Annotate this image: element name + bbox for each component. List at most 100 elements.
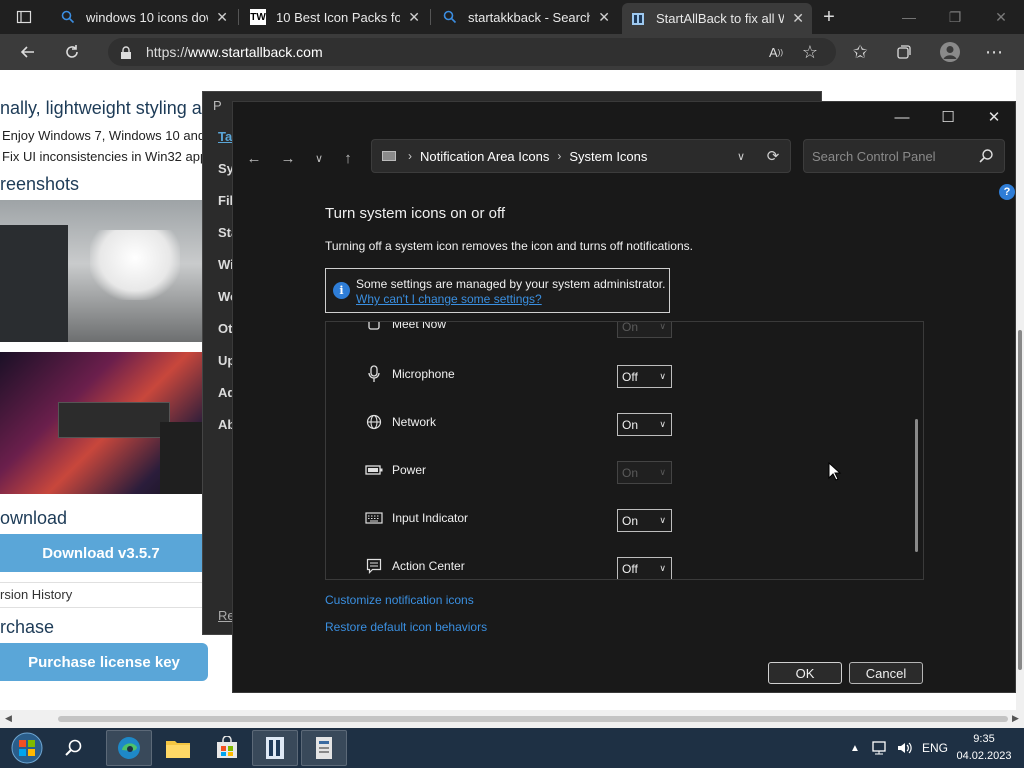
scroll-right-icon[interactable]: ▶ xyxy=(1012,713,1019,724)
screenshots-heading: reenshots xyxy=(0,174,80,194)
close-icon[interactable]: ✕ xyxy=(971,102,1017,132)
select-value: On xyxy=(622,417,639,432)
scroll-thumb[interactable] xyxy=(1018,330,1022,670)
version-history-link[interactable]: rsion History xyxy=(0,587,72,602)
network-globe-icon xyxy=(364,413,384,431)
toggle-select[interactable]: On ∨ xyxy=(617,509,672,532)
search-icon[interactable] xyxy=(978,148,994,164)
close-icon[interactable]: ✕ xyxy=(216,9,228,26)
toggle-select[interactable]: Off ∨ xyxy=(617,557,672,579)
restore-defaults-link[interactable]: Restore default icon behaviors xyxy=(325,620,487,634)
props-nav-item[interactable]: Fil xyxy=(218,193,233,208)
close-icon[interactable]: ✕ xyxy=(598,9,610,26)
maximize-icon[interactable]: ☐ xyxy=(925,102,971,132)
search-icon[interactable] xyxy=(50,730,96,766)
control-panel-icon xyxy=(382,151,396,161)
select-value: On xyxy=(622,513,639,528)
tray-overflow-icon[interactable]: ▲ xyxy=(850,728,860,768)
tab-title: 10 Best Icon Packs for Windows xyxy=(276,9,401,25)
search-icon xyxy=(442,9,458,25)
recent-locations-icon[interactable]: ∨ xyxy=(307,146,331,170)
store-icon[interactable] xyxy=(204,730,250,766)
startallback-icon xyxy=(630,11,646,27)
toggle-select[interactable]: On ∨ xyxy=(617,413,672,436)
file-explorer-icon[interactable] xyxy=(155,730,201,766)
list-item: Power On ∨ xyxy=(326,461,906,509)
up-icon[interactable]: ↑ xyxy=(336,146,360,170)
new-tab-button[interactable]: + xyxy=(815,3,843,31)
mouse-cursor-icon xyxy=(828,462,842,481)
properties-title: P xyxy=(213,98,222,113)
screenshot-image-2[interactable] xyxy=(0,352,202,494)
customize-icons-link[interactable]: Customize notification icons xyxy=(325,593,474,607)
forward-icon[interactable]: → xyxy=(276,146,300,170)
startallback-app-icon[interactable] xyxy=(252,730,298,766)
minimize-icon[interactable]: — xyxy=(879,102,925,132)
url-prefix: https:// xyxy=(146,44,189,60)
read-aloud-icon[interactable]: A)) xyxy=(762,38,790,66)
browser-tab-2[interactable]: startakkback - Search ✕ xyxy=(434,3,618,31)
page-vertical-scrollbar[interactable] xyxy=(1016,70,1024,710)
network-icon[interactable] xyxy=(872,728,890,768)
edge-browser-icon[interactable] xyxy=(106,730,152,766)
microphone-icon xyxy=(364,365,384,383)
row-label: Input Indicator xyxy=(392,511,469,525)
tab-actions-icon[interactable] xyxy=(10,3,38,31)
browser-tab-1[interactable]: TW 10 Best Icon Packs for Windows ✕ xyxy=(242,3,428,31)
search-input[interactable] xyxy=(812,148,972,164)
start-button[interactable] xyxy=(4,730,50,766)
windows-orb-icon xyxy=(11,732,43,764)
refresh-icon[interactable]: ⟳ xyxy=(759,139,787,173)
row-label: Microphone xyxy=(392,367,455,381)
scroll-thumb[interactable] xyxy=(58,716,1008,722)
close-icon[interactable]: ✕ xyxy=(792,10,804,27)
download-button[interactable]: Download v3.5.7 xyxy=(0,534,202,572)
breadcrumb-item[interactable]: Notification Area Icons xyxy=(420,149,549,164)
list-scrollbar[interactable] xyxy=(915,419,918,552)
chevron-down-icon[interactable]: ∨ xyxy=(727,139,755,173)
refresh-icon[interactable] xyxy=(58,38,86,66)
battery-icon xyxy=(364,461,384,479)
action-center-icon xyxy=(364,557,384,575)
browser-tab-0[interactable]: windows 10 icons download ✕ xyxy=(52,3,236,31)
page-heading: nally, lightweight styling an xyxy=(0,98,212,118)
breadcrumb-item[interactable]: System Icons xyxy=(569,149,647,164)
page-horizontal-scrollbar[interactable]: ◀ ▶ xyxy=(0,710,1024,728)
purchase-button[interactable]: Purchase license key xyxy=(0,643,208,681)
address-field[interactable]: https://www.startallback.com xyxy=(108,38,836,66)
cancel-button[interactable]: Cancel xyxy=(849,662,923,684)
list-item: Action Center Off ∨ xyxy=(326,557,906,579)
tw-logo: TW xyxy=(250,9,266,25)
admin-notice: i Some settings are managed by your syst… xyxy=(325,268,670,313)
close-window-icon[interactable]: ✕ xyxy=(978,0,1024,34)
back-icon[interactable]: ← xyxy=(242,146,266,170)
select-value: On xyxy=(622,321,639,334)
admin-help-link[interactable]: Why can't I change some settings? xyxy=(356,292,542,306)
help-icon[interactable]: ? xyxy=(999,184,1015,200)
restore-icon[interactable]: ❐ xyxy=(932,0,978,34)
add-favorite-icon[interactable]: ☆ xyxy=(796,38,824,66)
close-icon[interactable]: ✕ xyxy=(408,9,420,26)
volume-icon[interactable] xyxy=(896,728,914,768)
browser-tab-3[interactable]: StartAllBack to fix all Windows ✕ xyxy=(622,3,812,34)
props-nav-item[interactable]: Ot xyxy=(218,321,232,336)
dialog-preview xyxy=(58,402,170,438)
screenshot-image-1[interactable] xyxy=(0,200,202,342)
more-menu-icon[interactable]: ⋯ xyxy=(980,38,1008,66)
chevron-down-icon: ∨ xyxy=(659,419,666,429)
language-indicator[interactable]: ENG xyxy=(922,728,948,768)
search-box[interactable] xyxy=(803,139,1005,173)
minimize-icon[interactable]: — xyxy=(886,0,932,34)
collections-icon[interactable] xyxy=(890,38,918,66)
toggle-select[interactable]: Off ∨ xyxy=(617,365,672,388)
favorites-icon[interactable]: ✩ xyxy=(846,38,874,66)
ok-button[interactable]: OK xyxy=(768,662,842,684)
chevron-down-icon: ∨ xyxy=(659,371,666,381)
scroll-left-icon[interactable]: ◀ xyxy=(5,713,12,724)
profile-avatar[interactable] xyxy=(936,38,964,66)
control-panel-app-icon[interactable] xyxy=(301,730,347,766)
version-history-row[interactable]: rsion History xyxy=(0,582,202,608)
back-icon[interactable] xyxy=(14,38,42,66)
clock[interactable]: 9:35 04.02.2023 xyxy=(952,731,1016,765)
meet-now-icon xyxy=(364,322,384,333)
